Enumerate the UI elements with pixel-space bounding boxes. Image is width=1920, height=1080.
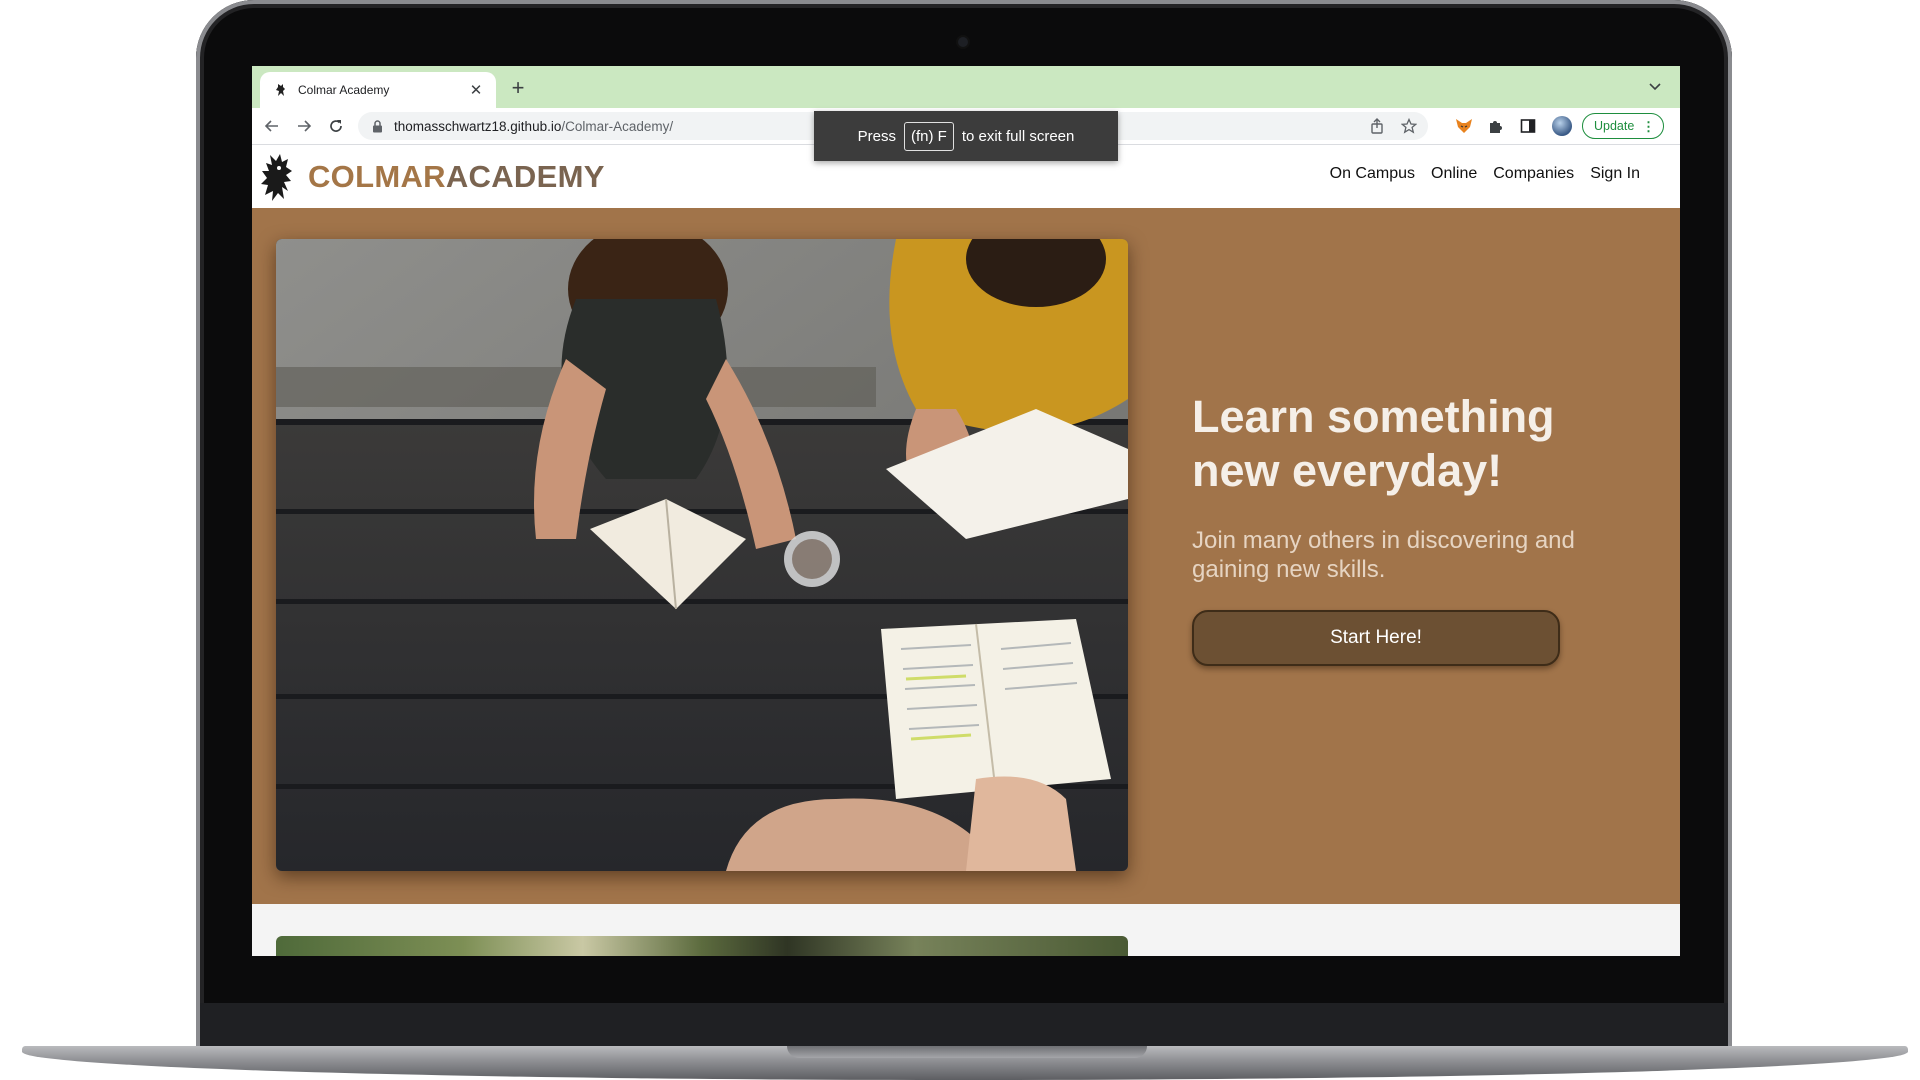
update-button[interactable]: Update ⋮ [1582,113,1664,139]
puzzle-icon[interactable] [1486,116,1506,136]
lock-icon [372,119,384,133]
griffin-logo-icon[interactable] [258,151,300,203]
hero-photo [276,239,1128,871]
main-nav: On Campus Online Companies Sign In [1330,165,1640,183]
hero-section: Learn something new everyday! Join many … [252,208,1680,904]
url-path: /Colmar-Academy/ [561,118,674,134]
laptop-bezel-bottom [200,1003,1728,1049]
section-photo [276,936,1128,956]
toast-key: (fn) F [903,121,954,151]
tab-strip: Colmar Academy ✕ + [252,66,1680,108]
star-icon[interactable] [1400,117,1418,135]
new-tab-button[interactable]: + [504,74,532,102]
next-section [252,904,1680,956]
fullscreen-toast: Press (fn) F to exit full screen [814,111,1118,161]
brand-wordmark[interactable]: COLMARACADEMY [308,159,605,195]
nav-sign-in[interactable]: Sign In [1590,165,1640,183]
toast-press: Press [857,127,896,145]
hero-headline: Learn something new everyday! [1192,391,1555,496]
laptop-notch [787,1046,1147,1058]
back-arrow-icon[interactable] [258,112,286,140]
close-icon[interactable]: ✕ [464,78,488,102]
brand-part2: ACADEMY [445,158,605,194]
brand-part1: COLMAR [308,158,446,194]
toast-rest: to exit full screen [961,127,1075,145]
tab-title: Colmar Academy [298,83,390,97]
nav-online[interactable]: Online [1431,165,1477,183]
webcam [958,37,968,47]
menu-icon: ⋮ [1642,118,1655,134]
browser-tab[interactable]: Colmar Academy ✕ [260,72,496,108]
share-icon[interactable] [1368,117,1386,135]
profile-avatar[interactable] [1552,116,1572,136]
nav-on-campus[interactable]: On Campus [1330,165,1415,183]
update-label: Update [1594,119,1635,133]
chevron-down-icon[interactable] [1644,76,1666,98]
griffin-icon [274,83,288,97]
url-text: thomasschwartz18.github.io/Colmar-Academ… [394,119,673,134]
side-panel-icon[interactable] [1518,116,1538,136]
forward-arrow-icon[interactable] [290,112,318,140]
screen: Colmar Academy ✕ + thomasschwartz18.gith… [252,66,1680,956]
url-host: thomasschwartz18.github.io [394,118,562,134]
start-here-button[interactable]: Start Here! [1192,610,1560,666]
reload-icon[interactable] [322,112,350,140]
fox-extension-icon[interactable] [1454,116,1474,136]
hero-subtext: Join many others in discovering and gain… [1192,527,1575,584]
nav-companies[interactable]: Companies [1493,165,1574,183]
